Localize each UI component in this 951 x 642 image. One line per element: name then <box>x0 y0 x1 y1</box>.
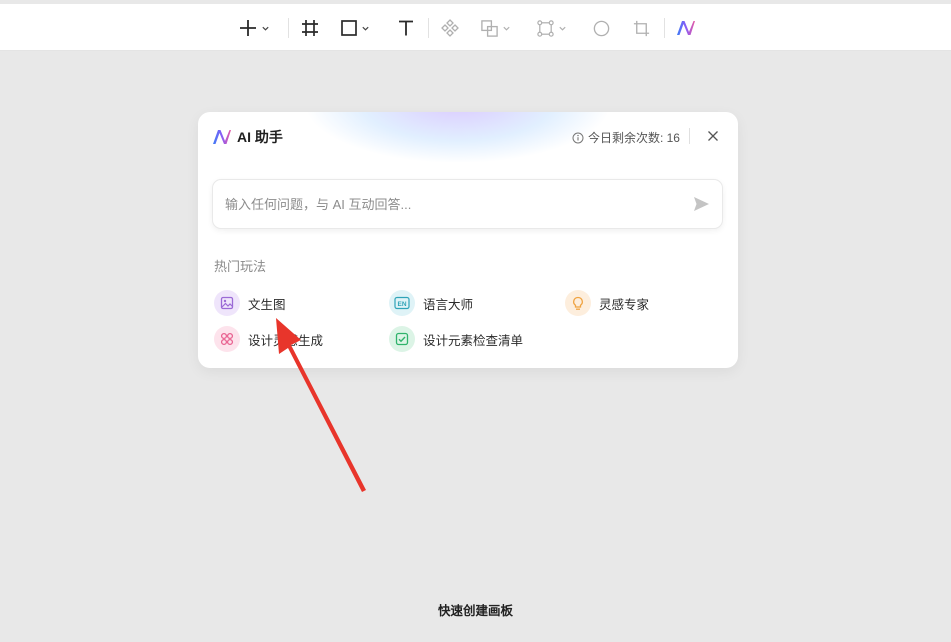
feature-design-checklist[interactable]: 设计元素检查清单 <box>389 326 523 352</box>
ask-input[interactable] <box>225 180 665 228</box>
rectangle-tool-button[interactable] <box>340 14 370 42</box>
top-toolbar <box>0 4 951 51</box>
quick-create-artboard-label[interactable]: 快速创建画板 <box>0 600 951 619</box>
lightbulb-icon <box>565 290 591 316</box>
vector-edit-tool-button[interactable] <box>536 14 567 42</box>
chevron-down-icon <box>559 26 566 31</box>
ellipse-tool-button[interactable] <box>592 14 611 42</box>
info-icon <box>572 132 584 143</box>
ellipse-icon <box>593 20 610 36</box>
feature-language-master[interactable]: EN 语言大师 <box>389 290 473 316</box>
crop-tool-button[interactable] <box>632 14 651 42</box>
feature-label: 文生图 <box>248 297 286 312</box>
image-icon <box>214 290 240 316</box>
quota-text: 今日剩余次数: 16 <box>587 131 680 145</box>
ai-assistant-tool-button[interactable] <box>676 14 696 42</box>
ai-logo-icon <box>677 21 695 35</box>
translate-en-icon: EN <box>389 290 415 316</box>
vector-edit-icon <box>537 19 554 37</box>
chevron-down-icon <box>262 26 269 31</box>
text-icon <box>399 20 413 36</box>
feature-design-inspiration[interactable]: 设计灵感生成 <box>214 326 323 352</box>
ai-assistant-panel: AI 助手 今日剩余次数: 16 热门玩法 文生图 EN 语言大师 灵感专家 设… <box>198 112 738 368</box>
ai-logo-icon <box>213 130 231 144</box>
component-icon <box>441 19 459 37</box>
feature-label: 灵感专家 <box>599 297 650 312</box>
toolbar-divider <box>428 18 429 38</box>
section-title: 热门玩法 <box>214 259 267 274</box>
add-tool-button[interactable] <box>238 14 270 42</box>
chevron-down-icon <box>362 26 369 31</box>
svg-text:EN: EN <box>397 301 406 308</box>
crop-icon <box>633 20 650 36</box>
toolbar-divider <box>664 18 665 38</box>
plus-icon <box>240 20 256 36</box>
daily-quota: 今日剩余次数: 16 <box>572 129 680 146</box>
header-divider <box>689 128 690 144</box>
feature-text-to-image[interactable]: 文生图 <box>214 290 286 316</box>
chevron-down-icon <box>503 26 510 31</box>
rectangle-icon <box>341 20 357 36</box>
feature-label: 设计元素检查清单 <box>423 333 524 348</box>
send-icon[interactable] <box>692 195 710 213</box>
toolbar-divider <box>288 18 289 38</box>
feature-label: 设计灵感生成 <box>248 333 324 348</box>
frame-icon <box>302 20 318 36</box>
ask-box <box>212 179 723 229</box>
boolean-icon <box>481 19 498 37</box>
grid-icon <box>214 326 240 352</box>
frame-tool-button[interactable] <box>300 14 320 42</box>
feature-label: 语言大师 <box>423 297 474 312</box>
checklist-icon <box>389 326 415 352</box>
panel-title: AI 助手 <box>237 129 283 145</box>
text-tool-button[interactable] <box>396 14 416 42</box>
close-icon[interactable] <box>706 129 720 143</box>
feature-inspiration-expert[interactable]: 灵感专家 <box>565 290 649 316</box>
boolean-tool-button[interactable] <box>480 14 511 42</box>
component-tool-button[interactable] <box>440 14 460 42</box>
